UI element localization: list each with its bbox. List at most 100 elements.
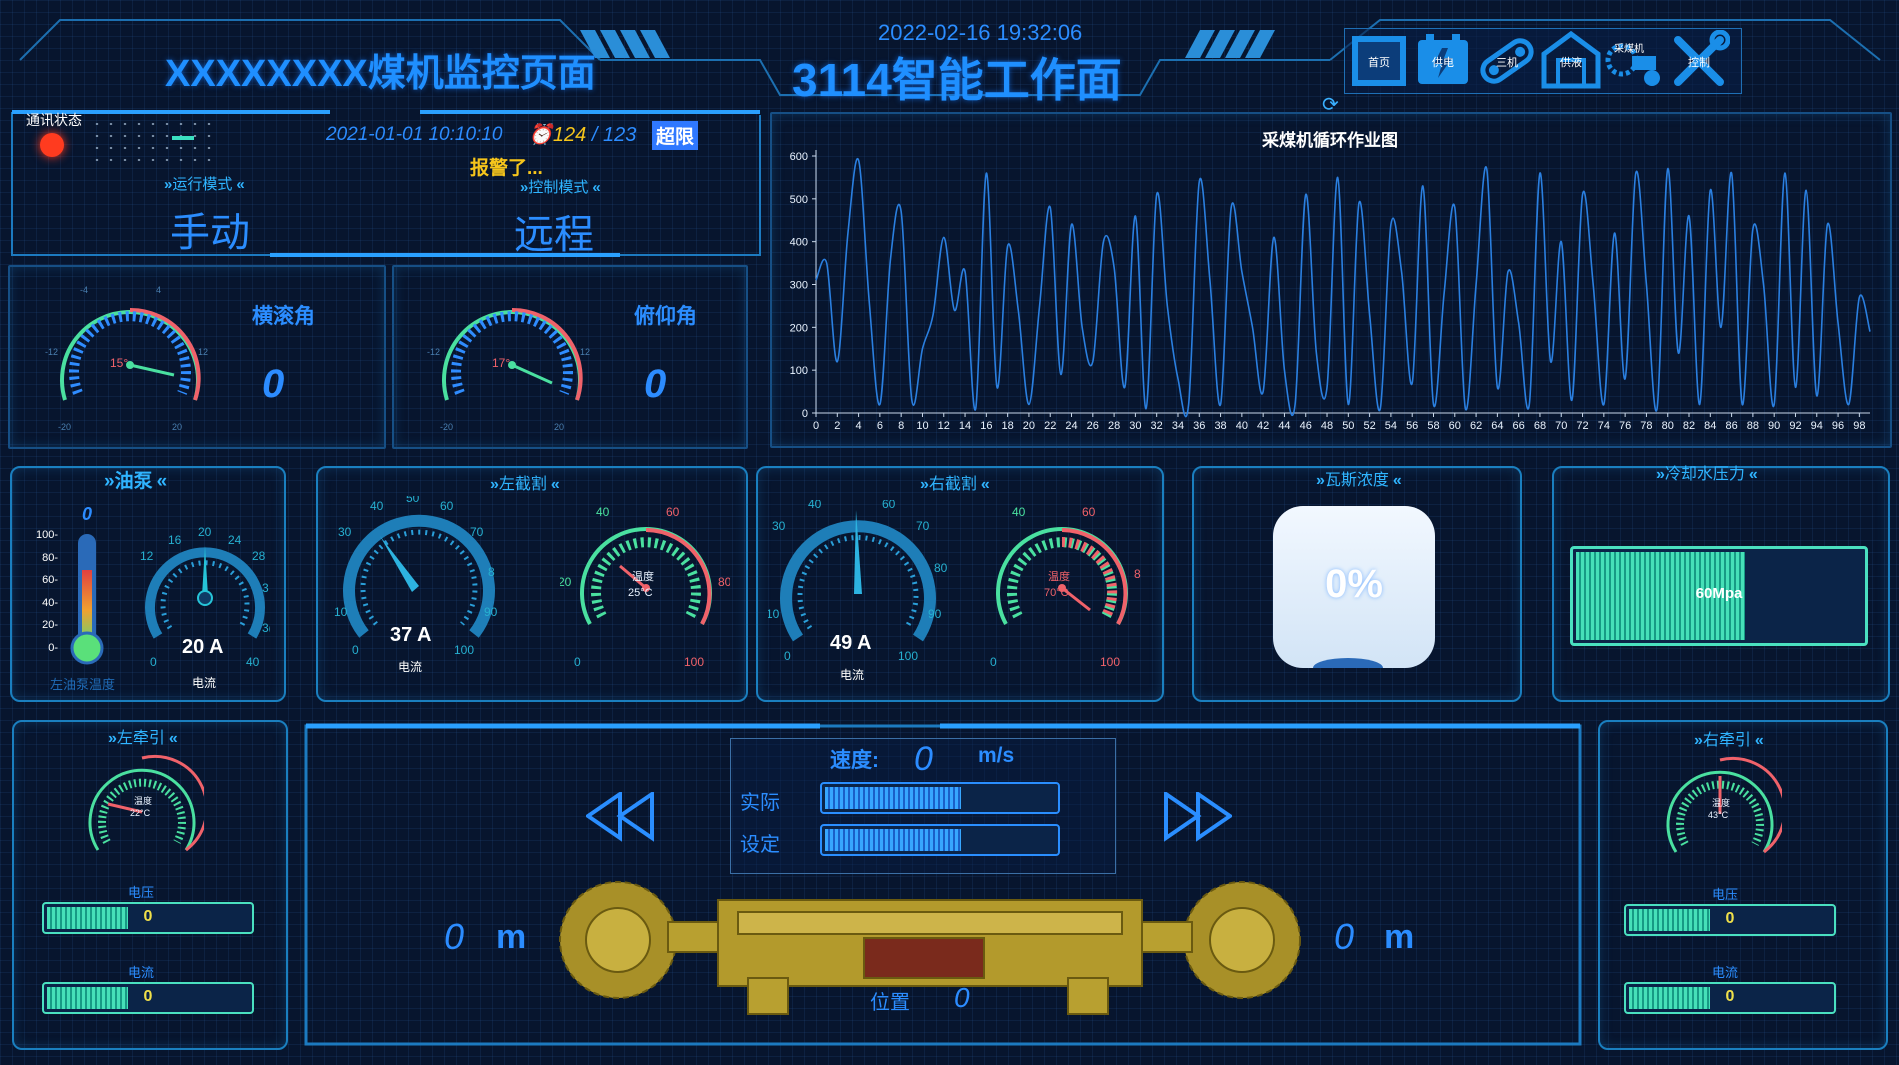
svg-text:-12: -12	[427, 347, 440, 357]
oil-temp-value: 0	[82, 504, 93, 524]
left-current-bar: 0	[42, 982, 254, 1014]
chart-y-tick-label: 100	[790, 365, 808, 377]
svg-text:28: 28	[252, 549, 266, 563]
move-left-button[interactable]	[586, 792, 656, 842]
chart-y-tick-label: 500	[790, 194, 808, 206]
svg-text:70: 70	[916, 519, 930, 533]
svg-text:0: 0	[990, 655, 997, 669]
chart-x-tick-label: 56	[1406, 420, 1418, 432]
actual-speed-label: 实际	[740, 792, 780, 814]
left-voltage-label: 电压	[128, 885, 155, 900]
chart-x-tick-label: 34	[1172, 420, 1184, 432]
nav-fluid-button[interactable]: 供液	[1540, 30, 1602, 92]
chart-y-tick-label: 600	[790, 151, 808, 163]
svg-text:100: 100	[684, 655, 704, 669]
left-distance-value: 0	[444, 916, 465, 957]
pitch-label: 俯仰角	[634, 305, 697, 328]
right-cut-title: » 右截割 «	[920, 476, 990, 493]
svg-text:40: 40	[808, 500, 822, 511]
chart-x-tick-label: 78	[1640, 420, 1652, 432]
chart-x-tick-label: 76	[1619, 420, 1631, 432]
alarm-counter[interactable]: ⏰124 / 123	[528, 122, 636, 147]
chart-x-tick-label: 12	[938, 420, 950, 432]
chart-x-tick-label: 32	[1151, 420, 1163, 432]
svg-text:100: 100	[454, 643, 474, 657]
thermometer-icon	[70, 534, 104, 665]
oil-temp-ticks: 100- 80- 60- 40- 20- 0-	[35, 529, 58, 654]
svg-text:100: 100	[898, 649, 918, 663]
right-traction-temp-gauge: 温度 43°C	[1666, 756, 1782, 854]
cycle-chart: 01002003004005006000 2 4 6 8 10 12 14 16 18 20 22 24…	[790, 150, 1871, 432]
set-speed-fill	[825, 829, 961, 851]
run-mode-value: 手动	[170, 211, 250, 255]
cooling-pressure-bar: 60Mpa	[1570, 546, 1868, 646]
chart-x-tick-label: 36	[1193, 420, 1205, 432]
roll-label: 横滚角	[252, 305, 315, 328]
svg-text:90: 90	[928, 607, 942, 621]
nav-conveyor-button[interactable]: 三机	[1476, 30, 1538, 92]
svg-text:8: 8	[1134, 567, 1141, 581]
left-cut-title: » 左截割 «	[490, 476, 560, 493]
nav-power-button[interactable]: 供电	[1412, 30, 1474, 92]
chart-x-tick-label: 74	[1598, 420, 1610, 432]
move-right-button[interactable]	[1162, 792, 1232, 842]
chart-x-tick-label: 68	[1534, 420, 1546, 432]
actual-speed-bar	[820, 782, 1060, 814]
left-traction-title: » 左牵引 «	[108, 730, 178, 747]
svg-text:温度: 温度	[1712, 797, 1730, 808]
cooling-title: » 冷却水压力 «	[1656, 466, 1758, 483]
page-title: XXXXXXXX煤机监控页面	[165, 53, 596, 95]
left-cut-current-value: 37 A	[390, 624, 432, 646]
right-distance-unit: m	[1384, 918, 1415, 956]
left-cut-current-label: 电流	[398, 660, 423, 674]
chart-x-tick-label: 46	[1300, 420, 1312, 432]
nav-shearer-button[interactable]: 采煤机	[1604, 30, 1666, 92]
comm-dots	[90, 118, 220, 168]
nav-home-button[interactable]: 首页	[1348, 30, 1410, 92]
svg-text:12: 12	[140, 549, 154, 563]
header-datetime: 2022-02-16 19:32:06	[878, 20, 1083, 45]
svg-text:80: 80	[934, 561, 948, 575]
svg-text:10: 10	[768, 607, 780, 621]
chart-x-tick-label: 96	[1832, 420, 1844, 432]
nav-control-button[interactable]: 控制	[1668, 29, 1731, 92]
alarm-clock-icon: ⏰	[528, 124, 553, 146]
roll-value: 0	[262, 362, 285, 406]
chart-x-tick-label: 40	[1236, 420, 1248, 432]
svg-text:0: 0	[150, 655, 157, 669]
chart-x-tick-label: 50	[1342, 420, 1354, 432]
chart-x-tick-label: 98	[1853, 420, 1865, 432]
comm-status-indicator	[40, 133, 64, 157]
chart-x-tick-label: 38	[1214, 420, 1226, 432]
svg-text:60: 60	[1082, 506, 1096, 519]
svg-text:3: 3	[262, 581, 269, 595]
chart-x-tick-label: 54	[1385, 420, 1397, 432]
svg-text:3(: 3(	[262, 621, 270, 635]
svg-text:8: 8	[488, 565, 495, 579]
right-voltage-label: 电压	[1712, 887, 1739, 902]
shearer-icon	[1605, 43, 1660, 86]
svg-text:22°C: 22°C	[130, 808, 151, 818]
chart-x-tick-label: 0	[813, 420, 819, 432]
oil-temp-label: 左油泵温度	[50, 677, 116, 692]
svg-text:10: 10	[334, 605, 348, 619]
right-voltage-bar: 0	[1624, 904, 1836, 936]
chart-x-tick-label: 70	[1555, 420, 1567, 432]
left-voltage-value: 0	[143, 908, 153, 925]
chart-x-tick-label: 94	[1811, 420, 1823, 432]
status-timestamp: 2021-01-01 10:10:10	[326, 124, 503, 145]
actual-speed-fill	[825, 787, 961, 809]
chart-y-tick-label: 300	[790, 280, 808, 292]
right-current-label: 电流	[1712, 965, 1739, 980]
chart-x-tick-label: 84	[1704, 420, 1716, 432]
over-limit-badge[interactable]: 超限	[652, 121, 699, 150]
svg-text:20: 20	[560, 575, 572, 589]
gas-title: » 瓦斯浓度 «	[1316, 472, 1402, 489]
comm-bar	[172, 136, 194, 140]
position-label: 位置	[870, 992, 910, 1014]
svg-text:温度: 温度	[134, 795, 152, 806]
chart-x-tick-label: 60	[1449, 420, 1461, 432]
chart-x-tick-label: 52	[1363, 420, 1375, 432]
svg-text:20: 20	[172, 422, 182, 432]
svg-text:20: 20	[198, 526, 212, 539]
